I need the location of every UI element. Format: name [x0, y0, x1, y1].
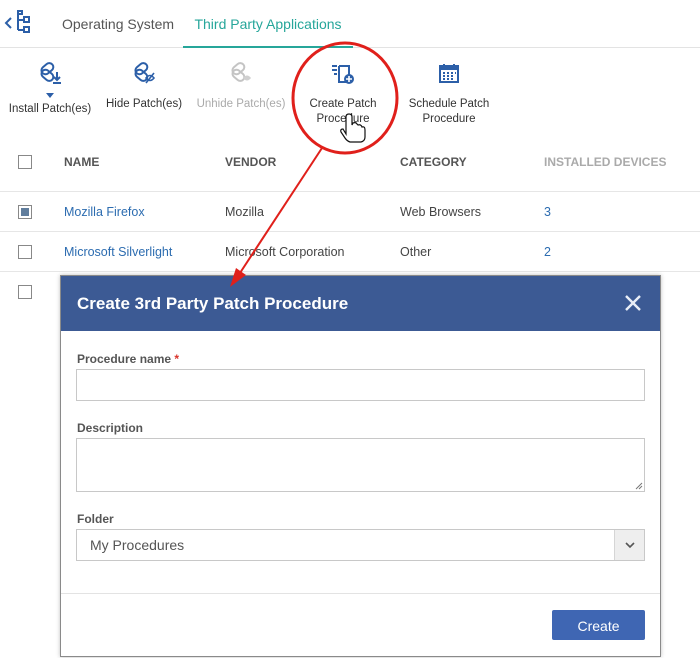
hide-patches-label: Hide Patch(es): [105, 98, 183, 110]
column-header-name[interactable]: NAME: [64, 140, 99, 185]
folder-label: Folder: [77, 512, 114, 526]
description-label: Description: [77, 421, 144, 435]
table-row[interactable]: Microsoft Silverlight Microsoft Corporat…: [0, 231, 700, 271]
calendar-icon: [400, 62, 498, 91]
unhide-patches-button[interactable]: Unhide Patch(es): [194, 58, 288, 112]
tab-third-party-applications[interactable]: Third Party Applications: [183, 0, 353, 48]
column-header-installed-devices[interactable]: INSTALLED DEVICES: [544, 140, 666, 185]
patch-management-screen: Operating System Third Party Application…: [0, 0, 700, 300]
vendor-cell: Microsoft Corporation: [225, 245, 345, 259]
dropdown-caret-icon[interactable]: [46, 93, 54, 98]
row-checkbox[interactable]: [18, 205, 32, 219]
close-icon[interactable]: [620, 290, 646, 316]
resize-grip-icon[interactable]: [635, 482, 643, 490]
select-all-checkbox[interactable]: [18, 155, 32, 169]
application-name-link[interactable]: Microsoft Silverlight: [64, 232, 172, 272]
hide-patches-button[interactable]: Hide Patch(es): [104, 58, 184, 112]
tab-bar: Operating System Third Party Application…: [0, 0, 700, 48]
category-cell: Other: [400, 245, 432, 259]
column-header-vendor[interactable]: VENDOR: [225, 140, 276, 185]
folder-select[interactable]: My Procedures: [76, 529, 645, 561]
dialog-header: Create 3rd Party Patch Procedure: [61, 276, 660, 331]
schedule-patch-procedure-label-line1: Schedule Patch: [408, 98, 490, 110]
install-patch-icon: [6, 62, 94, 91]
description-textarea[interactable]: [76, 438, 645, 492]
unhide-patch-icon: [194, 62, 288, 91]
installed-devices-link[interactable]: 2: [544, 232, 551, 272]
create-procedure-dialog: Create 3rd Party Patch Procedure Procedu…: [60, 275, 661, 657]
create-procedure-icon: [300, 62, 386, 91]
installed-devices-link[interactable]: 3: [544, 192, 551, 232]
column-header-category[interactable]: CATEGORY: [400, 140, 467, 185]
procedure-name-label-text: Procedure name: [77, 352, 172, 366]
create-patch-procedure-label-line1: Create Patch: [309, 98, 377, 110]
toolbar: Install Patch(es) Hide Patch(es) Unhide …: [0, 58, 520, 138]
table-row[interactable]: Mozilla Firefox Mozilla Web Browsers 3: [0, 191, 700, 231]
schedule-patch-procedure-button[interactable]: Schedule Patch Procedure: [400, 58, 498, 127]
procedure-name-label: Procedure name *: [77, 352, 179, 366]
create-patch-procedure-button[interactable]: Create Patch Procedure: [300, 58, 386, 127]
category-cell: Web Browsers: [400, 205, 482, 219]
schedule-patch-procedure-label-line2: Procedure: [422, 113, 476, 125]
tree-toggle-icon[interactable]: [2, 8, 34, 36]
procedure-name-input[interactable]: [76, 369, 645, 401]
create-patch-procedure-label-line2: Procedure: [316, 113, 370, 125]
chevron-down-icon[interactable]: [614, 530, 644, 560]
hide-patch-icon: [104, 62, 184, 91]
row-checkbox[interactable]: [18, 245, 32, 259]
folder-selected-value: My Procedures: [90, 537, 185, 553]
unhide-patches-label: Unhide Patch(es): [196, 98, 286, 110]
install-patches-label: Install Patch(es): [8, 103, 92, 115]
row-checkbox[interactable]: [18, 285, 32, 299]
vendor-cell: Mozilla: [225, 205, 264, 219]
tab-operating-system[interactable]: Operating System: [62, 0, 174, 48]
application-name-link[interactable]: Mozilla Firefox: [64, 192, 145, 232]
dialog-title: Create 3rd Party Patch Procedure: [77, 294, 349, 313]
install-patches-button[interactable]: Install Patch(es): [6, 58, 94, 117]
create-button[interactable]: Create: [552, 610, 645, 640]
required-asterisk: *: [174, 352, 180, 366]
dialog-footer-divider: [61, 593, 660, 594]
